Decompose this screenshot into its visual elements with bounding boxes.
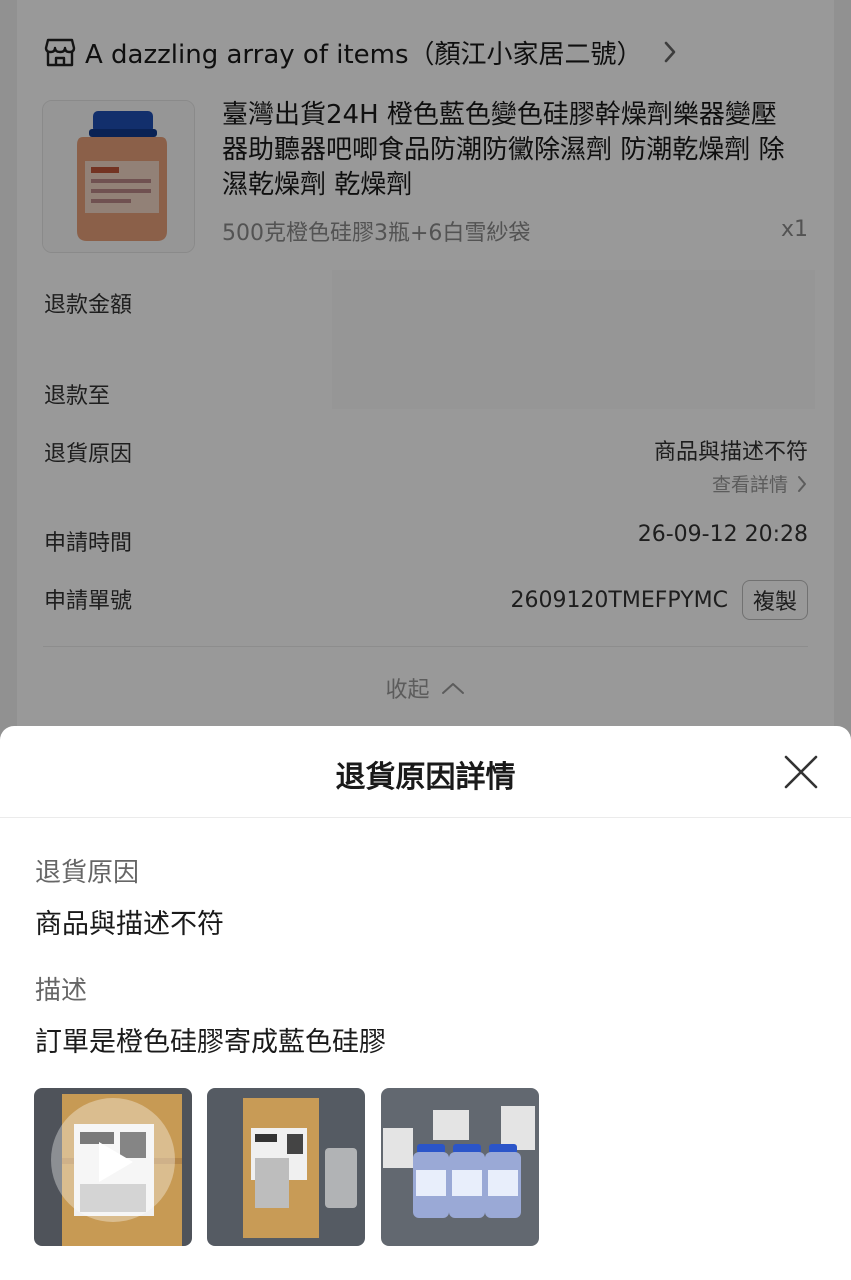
play-icon <box>99 1142 133 1182</box>
description-text: 訂單是橙色硅膠寄成藍色硅膠 <box>35 1027 386 1058</box>
evidence-photo[interactable] <box>381 1088 539 1246</box>
close-button[interactable] <box>783 754 819 790</box>
description-label: 描述 <box>35 976 88 1006</box>
sheet-title: 退貨原因詳情 <box>335 760 516 795</box>
reason-value: 商品與描述不符 <box>35 909 224 940</box>
evidence-video[interactable] <box>34 1088 192 1246</box>
sheet-header: 退貨原因詳情 <box>0 726 851 818</box>
evidence-photo[interactable] <box>207 1088 365 1246</box>
reason-label: 退貨原因 <box>35 858 140 888</box>
return-reason-sheet: 退貨原因詳情 退貨原因 商品與描述不符 描述 訂單是橙色硅膠寄成藍色硅膠 <box>0 726 851 1280</box>
close-icon <box>784 755 818 789</box>
